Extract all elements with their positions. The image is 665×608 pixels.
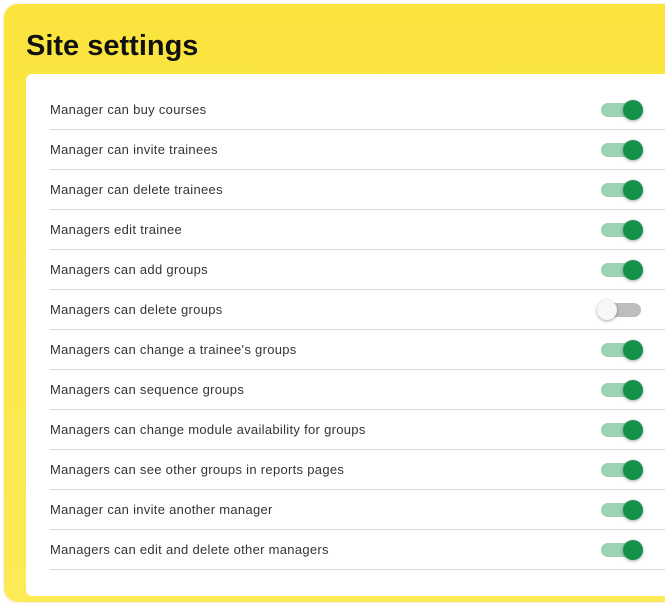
setting-label: Managers can change module availability …	[50, 422, 366, 437]
settings-card: Manager can buy courses Manager can invi…	[26, 74, 665, 596]
toggle-switch[interactable]	[601, 420, 643, 440]
setting-row-add-groups: Managers can add groups	[50, 250, 665, 290]
setting-row-see-other-groups: Managers can see other groups in reports…	[50, 450, 665, 490]
toggle-switch[interactable]	[601, 100, 643, 120]
toggle-knob	[623, 380, 643, 400]
setting-row-delete-trainees: Manager can delete trainees	[50, 170, 665, 210]
toggle-knob	[623, 260, 643, 280]
setting-row-module-availability: Managers can change module availability …	[50, 410, 665, 450]
toggle-knob	[623, 180, 643, 200]
settings-list: Manager can buy courses Manager can invi…	[50, 90, 665, 570]
setting-row-invite-trainees: Manager can invite trainees	[50, 130, 665, 170]
toggle-knob	[623, 460, 643, 480]
toggle-switch[interactable]	[601, 140, 643, 160]
setting-label: Managers can sequence groups	[50, 382, 245, 397]
setting-label: Manager can invite trainees	[50, 142, 218, 157]
setting-label: Managers can change a trainee's groups	[50, 342, 297, 357]
toggle-switch[interactable]	[601, 180, 643, 200]
toggle-knob	[623, 540, 643, 560]
setting-label: Managers can see other groups in reports…	[50, 462, 345, 477]
setting-row-buy-courses: Manager can buy courses	[50, 90, 665, 130]
setting-row-change-trainee-groups: Managers can change a trainee's groups	[50, 330, 665, 370]
toggle-switch[interactable]	[601, 220, 643, 240]
toggle-switch[interactable]	[601, 380, 643, 400]
setting-row-invite-manager: Manager can invite another manager	[50, 490, 665, 530]
site-settings-panel: Site settings Manager can buy courses Ma…	[4, 4, 665, 602]
setting-row-sequence-groups: Managers can sequence groups	[50, 370, 665, 410]
setting-row-edit-delete-managers: Managers can edit and delete other manag…	[50, 530, 665, 570]
setting-label: Manager can buy courses	[50, 102, 207, 117]
toggle-switch[interactable]	[601, 340, 643, 360]
toggle-knob	[623, 340, 643, 360]
toggle-knob	[623, 500, 643, 520]
setting-row-delete-groups: Managers can delete groups	[50, 290, 665, 330]
setting-row-edit-trainee: Managers edit trainee	[50, 210, 665, 250]
toggle-knob	[623, 140, 643, 160]
setting-label: Manager can invite another manager	[50, 502, 273, 517]
toggle-knob	[623, 420, 643, 440]
setting-label: Managers edit trainee	[50, 222, 183, 237]
toggle-knob	[623, 100, 643, 120]
setting-label: Manager can delete trainees	[50, 182, 223, 197]
toggle-switch[interactable]	[601, 540, 643, 560]
setting-label: Managers can add groups	[50, 262, 208, 277]
toggle-switch[interactable]	[597, 300, 641, 320]
toggle-knob	[623, 220, 643, 240]
page-title: Site settings	[26, 30, 199, 62]
toggle-knob	[597, 300, 617, 320]
toggle-switch[interactable]	[601, 500, 643, 520]
setting-label: Managers can delete groups	[50, 302, 223, 317]
toggle-switch[interactable]	[601, 460, 643, 480]
setting-label: Managers can edit and delete other manag…	[50, 542, 329, 557]
toggle-switch[interactable]	[601, 260, 643, 280]
